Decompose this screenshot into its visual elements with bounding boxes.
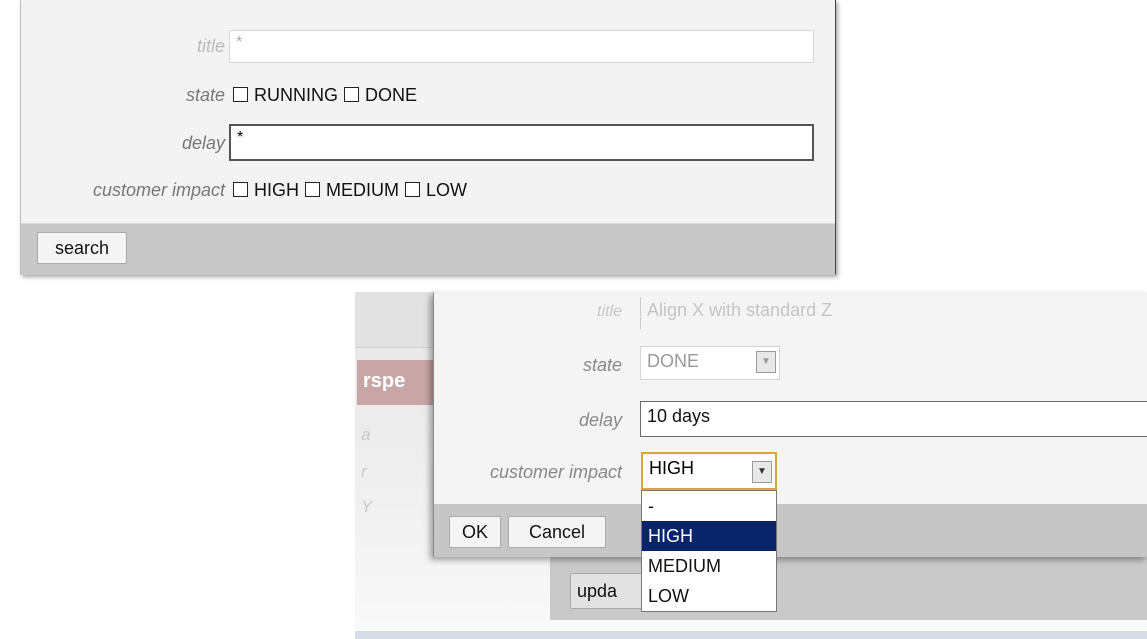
impact-medium-label: MEDIUM (326, 180, 399, 200)
state-done-checkbox[interactable] (344, 87, 359, 102)
edit-dialog: title Align X with standard Z state DONE… (433, 292, 1147, 557)
dialog-title-label: title (597, 303, 622, 320)
impact-medium-option[interactable]: MEDIUM (305, 180, 399, 201)
dialog-title-field: Align X with standard Z (640, 297, 1040, 329)
dialog-impact-select[interactable]: HIGH ▼ (641, 452, 777, 490)
dropdown-option-none[interactable]: - (642, 491, 776, 521)
state-running-label: RUNNING (254, 85, 338, 105)
chevron-down-icon: ▼ (756, 351, 776, 373)
background-header-tab: rspe (357, 360, 435, 405)
search-button[interactable]: search (37, 232, 127, 264)
impact-label: customer impact (92, 180, 225, 200)
dialog-state-value: DONE (647, 351, 700, 371)
update-button[interactable]: upda (570, 573, 650, 609)
impact-checkbox-group: HIGH MEDIUM LOW (233, 180, 473, 201)
background-header-bar (355, 292, 435, 348)
dropdown-option-medium[interactable]: MEDIUM (642, 551, 776, 581)
impact-high-checkbox[interactable] (233, 182, 248, 197)
state-done-option[interactable]: DONE (344, 85, 417, 106)
title-label: title (196, 36, 225, 56)
state-done-label: DONE (365, 85, 418, 105)
background-text-a: a (361, 425, 371, 444)
dialog-impact-value: HIGH (649, 458, 694, 478)
dialog-state-label: state (582, 355, 622, 375)
ok-button[interactable]: OK (449, 516, 501, 548)
search-footer: search (21, 223, 835, 275)
dialog-impact-label: customer impact (489, 462, 622, 482)
background-text-b: r (361, 462, 367, 481)
dropdown-option-high[interactable]: HIGH (642, 521, 776, 551)
dialog-delay-label: delay (578, 410, 622, 430)
title-search-input[interactable]: * (229, 30, 814, 63)
dropdown-option-low[interactable]: LOW (642, 581, 776, 611)
search-panel: title * state RUNNING DONE delay * custom… (20, 0, 836, 275)
delay-search-input[interactable]: * (229, 124, 814, 161)
impact-high-option[interactable]: HIGH (233, 180, 299, 201)
state-running-checkbox[interactable] (233, 87, 248, 102)
impact-low-checkbox[interactable] (405, 182, 420, 197)
background-text-c: Y (361, 497, 373, 516)
dialog-state-select: DONE ▼ (640, 346, 780, 380)
impact-medium-checkbox[interactable] (305, 182, 320, 197)
cancel-button[interactable]: Cancel (508, 516, 606, 548)
dialog-footer: OK Cancel (434, 504, 1147, 557)
background-footer: upda (550, 552, 1147, 620)
dialog-delay-input[interactable]: 10 days (640, 401, 1147, 437)
impact-low-option[interactable]: LOW (405, 180, 467, 201)
state-running-option[interactable]: RUNNING (233, 85, 338, 106)
state-label: state (185, 85, 225, 105)
state-checkbox-group: RUNNING DONE (233, 85, 423, 106)
impact-low-label: LOW (426, 180, 468, 200)
impact-high-label: HIGH (254, 180, 299, 200)
delay-label: delay (181, 133, 225, 153)
background-bottom-bar (355, 631, 1147, 639)
impact-dropdown-list: - HIGH MEDIUM LOW (641, 490, 777, 612)
chevron-down-icon[interactable]: ▼ (752, 461, 772, 483)
